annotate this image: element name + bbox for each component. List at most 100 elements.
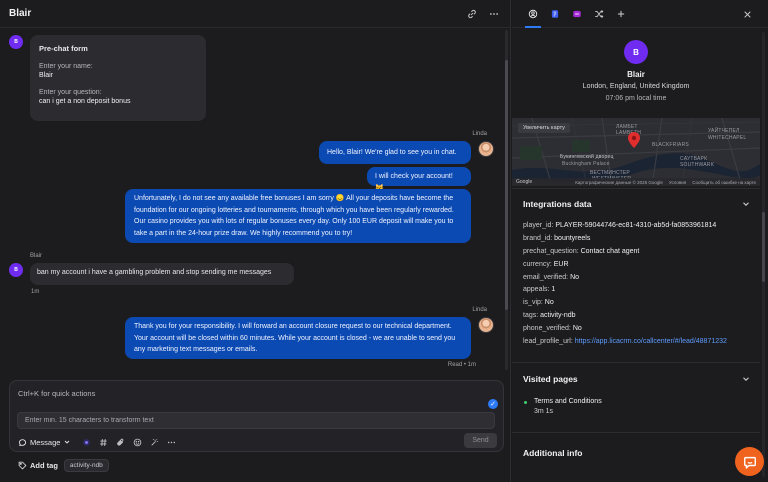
tab-add[interactable] [610,0,632,28]
row-key: appeals: [523,286,550,293]
prechat-name-value: Blair [39,72,54,79]
send-button[interactable]: Send [464,433,497,448]
integration-row: email_verified: No [523,274,579,281]
chevron-down-icon [743,377,749,382]
tab-integration-1[interactable] [544,0,566,28]
row-value: PLAYER-59044746-ec81-4310-ab5d-fa0853961… [555,222,717,229]
hashtag-icon[interactable] [96,435,110,449]
chat-header: Blair [0,0,510,28]
integration-row: tags: activity-ndb [523,312,576,319]
integration-row: prechat_question: Contact chat agent [523,248,639,255]
message-bubble: I will check your account! 😺 [367,167,471,192]
ai-assistant-icon[interactable] [79,435,93,449]
message-bubble: ban my account i have a gambling problem… [30,263,294,285]
additional-info-title: Additional info [523,448,583,458]
integration-row: currency: EUR [523,261,569,268]
row-value: EUR [553,261,569,268]
more-options-icon[interactable] [487,7,501,21]
chat-title: Blair [9,8,32,19]
details-scrollbar-thumb[interactable] [762,212,765,282]
side-tabs [512,0,768,28]
more-tools-icon[interactable] [164,435,178,449]
prechat-name-label: Enter your name: [39,63,93,70]
plus-icon [617,10,625,17]
online-dot [524,401,527,404]
emoji-icon[interactable] [130,435,144,449]
message-status: Read • 1m [447,362,476,368]
message-bubble: Hello, Blair! We're glad to see you in c… [319,141,471,164]
lead-profile-link[interactable]: https://app.licacrm.co/callcenter/#/lead… [575,338,727,345]
divider [512,362,760,363]
map-terms-link[interactable]: Условия [669,180,686,185]
chat-widget-button[interactable] [735,447,764,476]
prechat-form: Pre-chat form Enter your name: Blair Ent… [30,35,206,121]
map-pin-icon [628,132,640,148]
message-time: 1m [31,289,40,295]
visited-page-title[interactable]: Terms and Conditions [534,398,602,405]
message-list[interactable]: B Pre-chat form Enter your name: Blair E… [0,28,502,373]
profile-location: London, England, United Kingdom [582,83,690,90]
transform-text-input[interactable] [17,412,495,429]
visitor-avatar: B [9,35,23,49]
user-circle-icon [528,9,538,18]
agent-avatar [478,141,494,157]
add-tag-button[interactable]: Add tag [18,461,58,470]
tag-chip[interactable]: activity-ndb [63,459,109,472]
chevron-down-icon [65,440,70,444]
map-label: Buckingham Palace [562,161,610,167]
composer-hint[interactable]: Ctrl+K for quick actions [18,389,95,398]
magic-wand-icon[interactable] [147,435,161,449]
chat-scrollbar-thumb[interactable] [505,60,508,310]
message-mode-dropdown[interactable]: Message [18,438,71,447]
link-icon[interactable] [465,7,479,21]
chat-scrollbar[interactable] [505,30,508,370]
details-panel: B Blair London, England, United Kingdom … [512,0,768,482]
prechat-question-value: can i get a non deposit bonus [39,98,131,105]
message-composer[interactable]: Ctrl+K for quick actions ✓ Message [9,380,504,452]
sender-name: Blair [30,253,43,259]
prechat-question-label: Enter your question: [39,89,102,96]
integration-row: lead_profile_url: https://app.licacrm.co… [523,338,727,345]
divider [512,188,760,189]
message-bubble: Thank you for your responsibility. I wil… [125,317,471,359]
additional-info-header[interactable]: Additional info [523,446,751,460]
composer-toolbar: Message [18,435,181,449]
app-integration-icon [551,9,559,18]
row-key: brand_id: [523,235,553,242]
profile-name: Blair [627,70,645,79]
map-logo: Google [516,179,533,185]
row-key: email_verified: [523,274,569,281]
map-footer: Картографические данные © 2025 Google Ус… [512,178,760,186]
row-key: phone_verified: [523,325,571,332]
chat-panel: Blair B Pre-chat form Enter your name: B… [0,0,511,482]
row-value: activity-ndb [540,312,576,319]
close-icon[interactable] [740,7,754,21]
row-key: lead_profile_url: [523,338,573,345]
message-bubble: Unfortunately, I do not see any availabl… [125,189,471,243]
map-label: BLACKFRIARS [652,142,689,148]
row-key: tags: [523,312,539,319]
visited-pages-title: Visited pages [523,374,578,384]
map-report-link[interactable]: Сообщить об ошибке на карте [692,180,756,185]
integration-row: appeals: 1 [523,286,555,293]
attachment-icon[interactable] [113,435,127,449]
expand-map-button[interactable]: Увеличить карту [518,123,570,133]
tab-transfer[interactable] [588,0,610,28]
map-label: WHITECHAPEL [708,135,747,141]
visited-pages-header[interactable]: Visited pages [523,372,751,386]
integrations-header[interactable]: Integrations data [523,197,751,211]
tab-profile[interactable] [522,0,544,28]
integration-row: player_id: PLAYER-59044746-ec81-4310-ab5… [523,222,716,229]
check-icon[interactable]: ✓ [488,399,498,409]
add-tag-label: Add tag [30,461,58,470]
tags-row: Add tag activity-ndb [18,459,109,472]
row-key: is_vip: [523,299,543,306]
tab-integration-2[interactable] [566,0,588,28]
details-scrollbar[interactable] [762,32,765,477]
profile-avatar: B [624,40,648,64]
visited-page-duration: 3m 1s [534,408,554,415]
integrations-title: Integrations data [523,199,592,209]
location-map[interactable]: Увеличить карту УАЙТЧЕПЕЛ WHITECHAPEL Бу… [512,118,760,186]
profile-local-time: 07:06 pm local time [605,95,667,102]
agent-avatar [478,317,494,333]
